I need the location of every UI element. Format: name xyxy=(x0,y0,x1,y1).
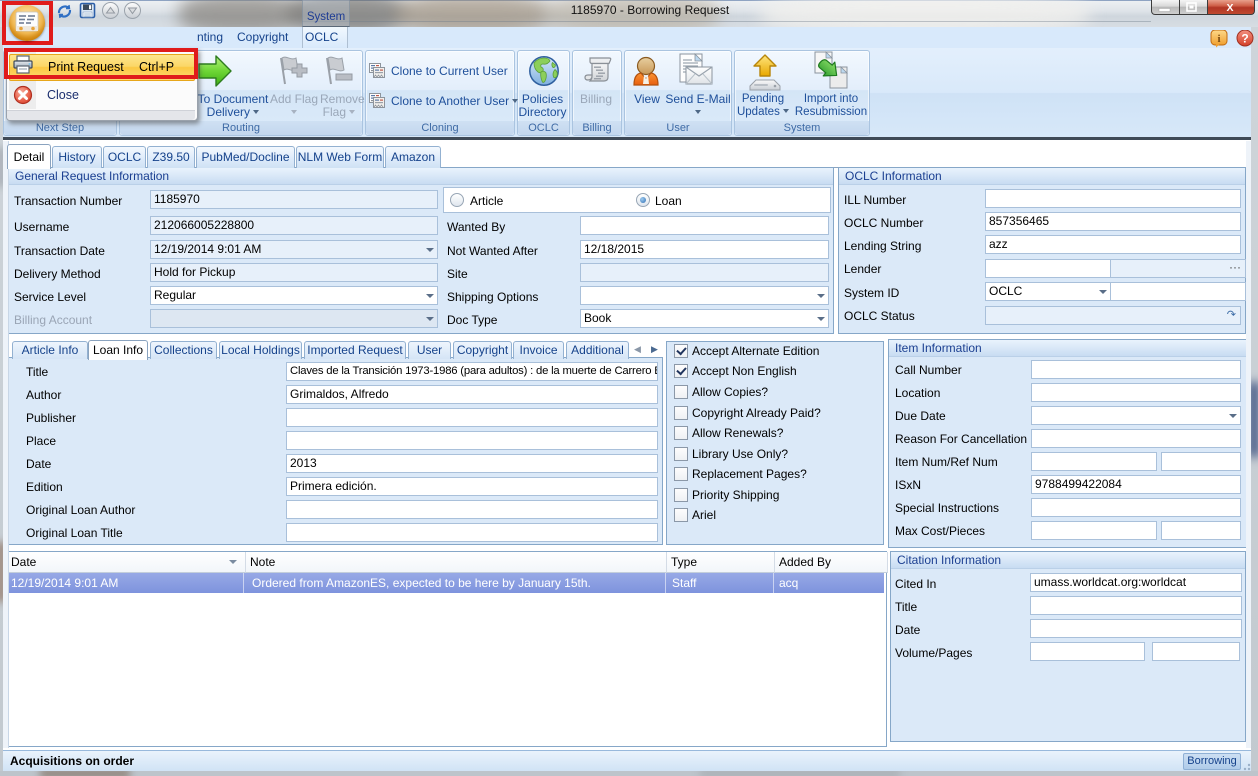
svg-text:i: i xyxy=(1217,33,1220,45)
svg-text:?: ? xyxy=(1241,32,1248,46)
svg-text:X: X xyxy=(1226,2,1233,14)
